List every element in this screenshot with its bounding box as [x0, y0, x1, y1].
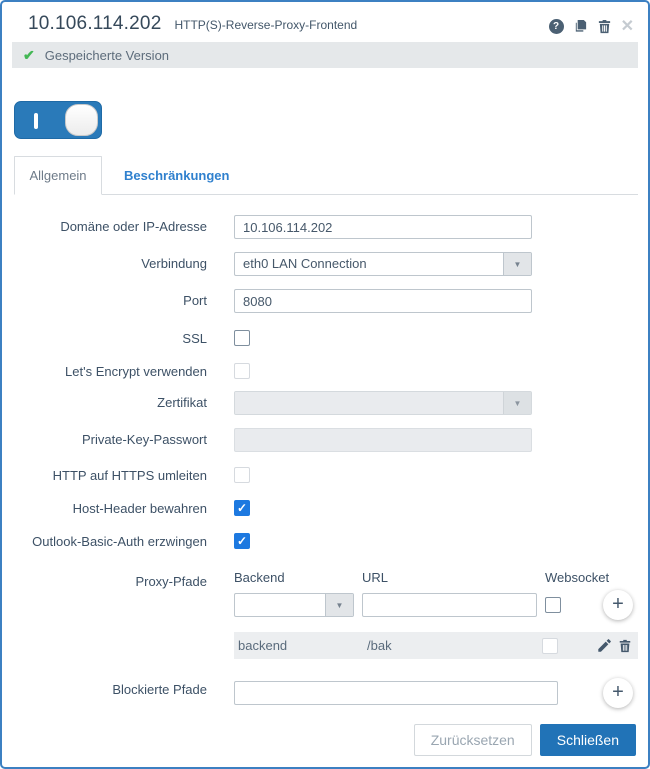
- proxy-path-backend-value: backend: [238, 638, 367, 653]
- column-header-websocket: Websocket: [545, 570, 609, 585]
- copy-icon[interactable]: [573, 19, 588, 34]
- form-row-certificate: Zertifikat ▼: [2, 391, 648, 415]
- outlook-basic-auth-label: Outlook-Basic-Auth erzwingen: [2, 533, 207, 550]
- header-icon-bar: ? ✕: [549, 19, 634, 35]
- form-row-private-key-password: Private-Key-Passwort: [2, 428, 648, 452]
- http-redirect-label: HTTP auf HTTPS umleiten: [2, 467, 207, 484]
- chevron-down-icon[interactable]: ▼: [503, 253, 531, 275]
- url-input[interactable]: [362, 593, 537, 617]
- blocked-path-input[interactable]: [234, 681, 558, 705]
- backend-select-value: [235, 594, 325, 616]
- proxy-paths-label: Proxy-Pfade: [2, 570, 207, 594]
- reverse-proxy-frontend-dialog: 10.106.114.202 HTTP(S)-Reverse-Proxy-Fro…: [0, 0, 650, 769]
- help-icon[interactable]: ?: [549, 19, 564, 34]
- form-row-port: Port: [2, 289, 648, 313]
- dialog-title: 10.106.114.202: [28, 13, 161, 35]
- toggle-knob[interactable]: [65, 104, 98, 136]
- chevron-down-icon: ▼: [503, 392, 531, 414]
- ssl-checkbox[interactable]: [234, 330, 250, 346]
- toggle-on-mark: [34, 113, 38, 129]
- saved-version-text: Gespeicherte Version: [45, 48, 169, 63]
- proxy-paths-table: Backend URL Websocket ▼ + backend /bak: [234, 570, 638, 659]
- form-row-proxy-paths: Proxy-Pfade Backend URL Websocket ▼ +: [2, 570, 648, 659]
- add-blocked-path-button[interactable]: +: [603, 678, 633, 708]
- port-input[interactable]: [234, 289, 532, 313]
- column-header-backend: Backend: [234, 570, 362, 585]
- certificate-select: ▼: [234, 391, 532, 415]
- enabled-toggle[interactable]: [14, 101, 102, 139]
- trash-icon[interactable]: [597, 19, 612, 34]
- form-row-lets-encrypt: Let's Encrypt verwenden: [2, 363, 648, 380]
- private-key-password-label: Private-Key-Passwort: [2, 428, 207, 452]
- reset-button[interactable]: Zurücksetzen: [414, 724, 532, 756]
- form-row-http-redirect: HTTP auf HTTPS umleiten: [2, 467, 648, 484]
- green-check-icon: ✔: [23, 47, 35, 64]
- delete-icon[interactable]: [618, 639, 632, 653]
- tab-bar: Allgemein Beschränkungen: [14, 156, 638, 195]
- column-header-url: URL: [362, 570, 545, 585]
- dialog-footer: Zurücksetzen Schließen: [414, 724, 636, 756]
- form-row-domain: Domäne oder IP-Adresse: [2, 215, 648, 239]
- edit-icon[interactable]: [597, 639, 611, 653]
- blocked-paths-area: +: [234, 678, 638, 708]
- form-row-outlook-basic-auth: Outlook-Basic-Auth erzwingen: [2, 533, 648, 550]
- http-redirect-checkbox: [234, 467, 250, 483]
- add-proxy-path-button[interactable]: +: [603, 590, 633, 620]
- domain-label: Domäne oder IP-Adresse: [2, 215, 207, 239]
- tab-beschraenkungen[interactable]: Beschränkungen: [102, 156, 251, 194]
- close-icon[interactable]: ✕: [621, 19, 634, 35]
- connection-select-value: eth0 LAN Connection: [235, 253, 503, 275]
- dialog-header: 10.106.114.202 HTTP(S)-Reverse-Proxy-Fro…: [2, 2, 648, 42]
- proxy-path-row-actions: [597, 639, 638, 653]
- connection-label: Verbindung: [2, 252, 207, 276]
- backend-select[interactable]: ▼: [234, 593, 354, 617]
- connection-select[interactable]: eth0 LAN Connection ▼: [234, 252, 532, 276]
- certificate-label: Zertifikat: [2, 391, 207, 415]
- lets-encrypt-label: Let's Encrypt verwenden: [2, 363, 207, 380]
- private-key-password-input: [234, 428, 532, 452]
- proxy-paths-header: Backend URL Websocket: [234, 570, 638, 585]
- port-label: Port: [2, 289, 207, 313]
- chevron-down-icon[interactable]: ▼: [325, 594, 353, 616]
- proxy-path-new-row: ▼ +: [234, 590, 638, 620]
- saved-version-banner: ✔ Gespeicherte Version: [12, 42, 638, 68]
- close-button[interactable]: Schließen: [540, 724, 636, 756]
- domain-input[interactable]: [234, 215, 532, 239]
- tab-allgemein[interactable]: Allgemein: [14, 156, 102, 195]
- websocket-checkbox[interactable]: [545, 597, 561, 613]
- proxy-path-websocket-checkbox: [542, 638, 558, 654]
- host-header-checkbox[interactable]: [234, 500, 250, 516]
- form-row-blocked-paths: Blockierte Pfade +: [2, 678, 648, 708]
- proxy-path-url-value: /bak: [367, 638, 542, 653]
- general-form: Domäne oder IP-Adresse Verbindung eth0 L…: [2, 195, 648, 708]
- blocked-paths-label: Blockierte Pfade: [2, 678, 207, 702]
- form-row-connection: Verbindung eth0 LAN Connection ▼: [2, 252, 648, 276]
- host-header-label: Host-Header bewahren: [2, 500, 207, 517]
- lets-encrypt-checkbox: [234, 363, 250, 379]
- form-row-ssl: SSL: [2, 330, 648, 347]
- dialog-subtitle: HTTP(S)-Reverse-Proxy-Frontend: [174, 18, 357, 32]
- certificate-select-value: [235, 392, 503, 414]
- proxy-path-row: backend /bak: [234, 632, 638, 659]
- ssl-label: SSL: [2, 330, 207, 347]
- outlook-basic-auth-checkbox[interactable]: [234, 533, 250, 549]
- form-row-host-header: Host-Header bewahren: [2, 500, 648, 517]
